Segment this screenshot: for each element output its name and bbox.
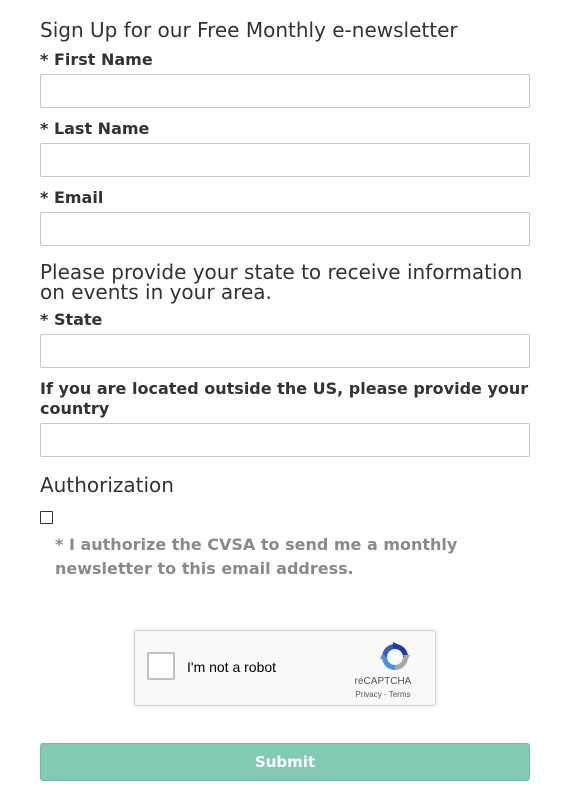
first-name-label: * First Name: [40, 50, 153, 69]
authorization-row: * I authorize the CVSA to send me a mont…: [40, 509, 530, 579]
submit-button[interactable]: Submit: [40, 743, 530, 781]
recaptcha-brand: reCAPTCHA: [354, 676, 412, 687]
recaptcha-terms-link[interactable]: Terms: [389, 690, 411, 699]
state-input[interactable]: [40, 334, 530, 368]
last-name-input[interactable]: [40, 143, 530, 177]
email-group: * Email: [40, 188, 530, 246]
authorization-checkbox[interactable]: [40, 511, 53, 524]
authorization-heading: Authorization: [40, 473, 174, 497]
email-label: * Email: [40, 188, 104, 207]
recaptcha-widget: I'm not a robot reCAPTCHA Privacy - Term…: [134, 630, 436, 706]
last-name-group: * Last Name: [40, 119, 530, 177]
state-heading: Please provide your state to receive inf…: [40, 260, 523, 304]
recaptcha-links: Privacy - Terms: [343, 690, 423, 699]
first-name-group: * First Name: [40, 50, 530, 108]
newsletter-signup-form: Sign Up for our Free Monthly e-newslette…: [40, 18, 530, 579]
country-group: If you are located outside the US, pleas…: [40, 379, 530, 457]
recaptcha-label: I'm not a robot: [187, 659, 277, 675]
recaptcha-checkbox[interactable]: [147, 652, 175, 680]
authorization-text: * I authorize the CVSA to send me a mont…: [55, 535, 458, 578]
recaptcha-privacy-link[interactable]: Privacy: [356, 690, 382, 699]
state-label: * State: [40, 310, 103, 329]
recaptcha-link-separator: -: [381, 690, 389, 699]
last-name-label: * Last Name: [40, 119, 150, 138]
country-label: If you are located outside the US, pleas…: [40, 379, 529, 418]
first-name-input[interactable]: [40, 74, 530, 108]
form-heading: Sign Up for our Free Monthly e-newslette…: [40, 18, 458, 42]
state-group: * State: [40, 310, 530, 368]
recaptcha-logo-icon: [380, 642, 410, 670]
country-input[interactable]: [40, 423, 530, 457]
email-input[interactable]: [40, 212, 530, 246]
